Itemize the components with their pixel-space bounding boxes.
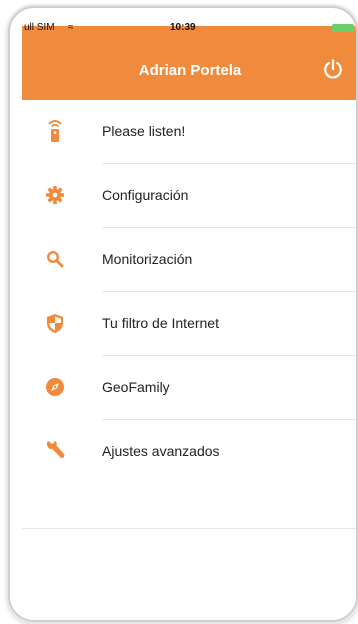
menu-item-please-listen[interactable]: Please listen! [22, 100, 356, 164]
menu-item-ajustes-avanzados[interactable]: Ajustes avanzados [22, 420, 356, 484]
shield-icon [44, 312, 66, 334]
menu-item-label: Configuración [102, 187, 189, 203]
status-time: 10:39 [170, 22, 196, 33]
menu-item-label: Tu filtro de Internet [102, 315, 219, 331]
user-name-title: Adrian Portela [138, 62, 242, 79]
app-header: Adrian Portela [22, 40, 356, 100]
footer-divider [22, 528, 356, 529]
power-icon [324, 59, 342, 79]
menu-item-filtro-internet[interactable]: Tu filtro de Internet [22, 292, 356, 356]
power-button[interactable] [318, 54, 348, 84]
carrier-text: ull SIM [24, 22, 55, 33]
menu-item-monitorizacion[interactable]: Monitorización [22, 228, 356, 292]
menu-item-geofamily[interactable]: GeoFamily [22, 356, 356, 420]
app-screen: ull SIM ≈ 10:39 Adrian Portela Please li… [22, 22, 356, 620]
battery-icon [332, 24, 354, 32]
menu-item-label: Monitorización [102, 251, 193, 267]
wifi-icon: ≈ [68, 22, 74, 33]
gear-icon [44, 184, 66, 206]
remote-icon [44, 120, 66, 142]
menu-item-label: Ajustes avanzados [102, 443, 220, 459]
menu-item-label: GeoFamily [102, 379, 170, 395]
phone-frame: ull SIM ≈ 10:39 Adrian Portela Please li… [8, 6, 358, 622]
menu-item-label: Please listen! [102, 123, 186, 139]
compass-icon [44, 376, 66, 398]
wrench-icon [44, 440, 66, 462]
main-menu: Please listen! Configuración Monitorizac… [22, 100, 356, 484]
search-icon [44, 248, 66, 270]
menu-item-configuracion[interactable]: Configuración [22, 164, 356, 228]
status-bar: ull SIM ≈ 10:39 [22, 22, 356, 40]
